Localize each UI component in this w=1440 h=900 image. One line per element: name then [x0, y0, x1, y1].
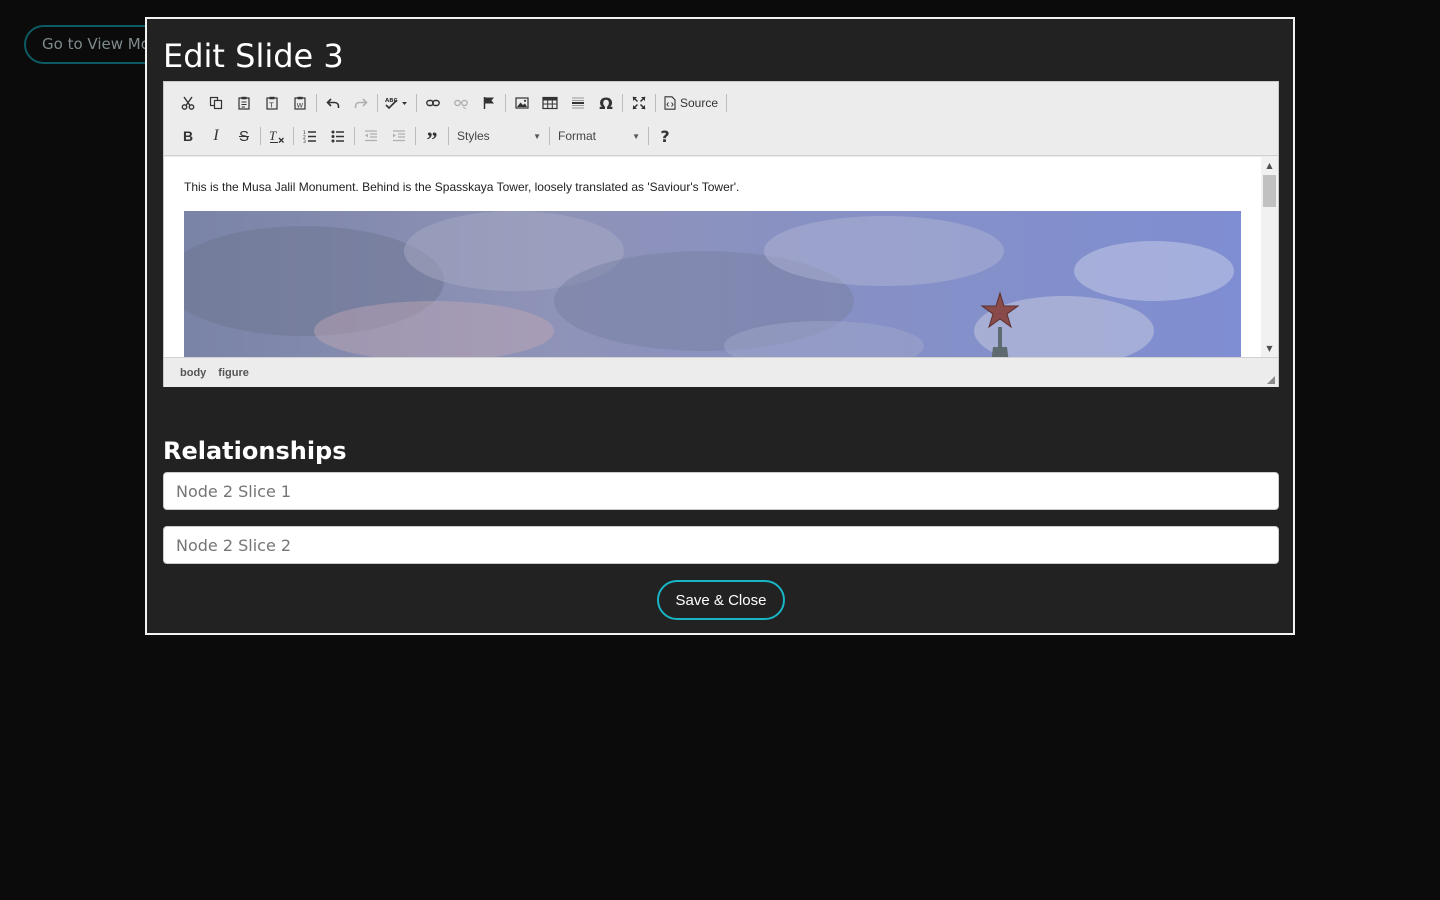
toolbar-separator	[448, 127, 449, 145]
toolbar-separator	[726, 94, 728, 112]
toolbar-row-1: T W ABC Ω Source	[174, 90, 729, 116]
special-char-icon[interactable]: Ω	[592, 90, 620, 116]
undo-icon[interactable]	[319, 90, 347, 116]
rich-text-editor: T W ABC Ω Source B I S T 1 2 3 ” Styles …	[163, 81, 1279, 387]
italic-icon[interactable]: I	[202, 123, 230, 149]
remove-format-icon[interactable]: T	[263, 123, 291, 149]
svg-text:T: T	[269, 128, 277, 143]
element-path-bar: body figure	[164, 357, 1278, 387]
indent-icon[interactable]	[385, 123, 413, 149]
table-icon[interactable]	[536, 90, 564, 116]
bold-icon[interactable]: B	[174, 123, 202, 149]
paste-word-icon[interactable]: W	[286, 90, 314, 116]
slide-text: This is the Musa Jalil Monument. Behind …	[184, 180, 740, 194]
toolbar-separator	[648, 127, 649, 145]
toolbar-separator	[260, 127, 261, 145]
maximize-icon[interactable]	[625, 90, 653, 116]
path-item-figure[interactable]: figure	[214, 367, 253, 379]
chevron-down-icon: ▼	[533, 131, 541, 141]
copy-icon[interactable]	[202, 90, 230, 116]
outdent-icon[interactable]	[357, 123, 385, 149]
toolbar-separator	[377, 94, 378, 112]
toolbar-separator	[354, 127, 355, 145]
link-icon[interactable]	[419, 90, 447, 116]
editor-toolbar: T W ABC Ω Source B I S T 1 2 3 ” Styles …	[164, 82, 1278, 156]
cut-icon[interactable]	[174, 90, 202, 116]
paste-icon[interactable]	[230, 90, 258, 116]
tower-image[interactable]	[184, 211, 1241, 357]
toolbar-separator	[416, 94, 417, 112]
blockquote-icon[interactable]: ”	[418, 123, 446, 152]
strike-icon[interactable]: S	[230, 123, 258, 149]
source-button[interactable]: Source	[658, 90, 724, 116]
relationship-field-2[interactable]	[163, 526, 1279, 564]
scroll-up-icon[interactable]: ▲	[1261, 157, 1278, 174]
paste-text-icon[interactable]: T	[258, 90, 286, 116]
source-label: Source	[680, 96, 719, 110]
edit-slide-modal: Edit Slide 3 T W ABC Ω Source B I S T 1 …	[145, 17, 1295, 635]
styles-label: Styles	[457, 129, 490, 143]
toolbar-row-2: B I S T 123 ” Styles ▼ Format ▼ ?	[174, 123, 679, 153]
relationship-field-1[interactable]	[163, 472, 1279, 510]
chevron-down-icon: ▼	[632, 131, 640, 141]
editor-content[interactable]: This is the Musa Jalil Monument. Behind …	[164, 157, 1278, 357]
bulleted-list-icon[interactable]	[324, 123, 352, 149]
toolbar-separator	[549, 127, 550, 145]
svg-text:3: 3	[303, 139, 306, 143]
relationships-heading: Relationships	[163, 437, 347, 465]
toolbar-separator	[415, 127, 416, 145]
scroll-down-icon[interactable]: ▼	[1261, 340, 1278, 357]
help-icon[interactable]: ?	[651, 123, 679, 149]
scroll-thumb[interactable]	[1263, 175, 1276, 207]
editor-scrollbar[interactable]: ▲ ▼	[1261, 157, 1278, 357]
svg-text:W: W	[297, 102, 304, 110]
resize-grip-icon[interactable]	[1267, 376, 1275, 384]
format-dropdown[interactable]: Format ▼	[552, 125, 646, 147]
toolbar-separator	[622, 94, 623, 112]
toolbar-separator	[655, 94, 656, 112]
image-icon[interactable]	[508, 90, 536, 116]
modal-title: Edit Slide 3	[163, 37, 344, 75]
toolbar-separator	[316, 94, 317, 112]
source-icon	[664, 96, 676, 110]
redo-icon[interactable]	[347, 90, 375, 116]
save-close-button[interactable]: Save & Close	[657, 580, 785, 620]
spellcheck-icon[interactable]: ABC	[380, 90, 414, 116]
horizontal-line-icon[interactable]	[564, 90, 592, 116]
styles-dropdown[interactable]: Styles ▼	[451, 125, 547, 147]
toolbar-separator	[505, 94, 506, 112]
unlink-icon[interactable]	[447, 90, 475, 116]
anchor-icon[interactable]	[475, 90, 503, 116]
svg-text:T: T	[268, 102, 274, 110]
toolbar-separator	[293, 127, 294, 145]
path-item-body[interactable]: body	[176, 367, 210, 379]
numbered-list-icon[interactable]: 123	[296, 123, 324, 149]
format-label: Format	[558, 129, 597, 143]
